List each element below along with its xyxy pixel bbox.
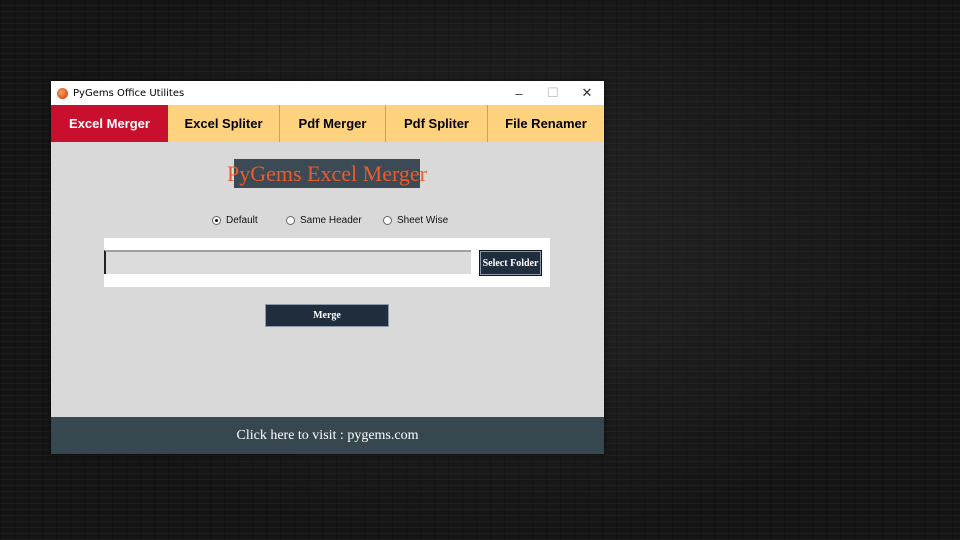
radio-default[interactable]: Default [212,215,258,226]
tab-pdf-merger[interactable]: Pdf Merger [280,105,386,142]
radio-same-header[interactable]: Same Header [286,215,362,226]
app-window: PyGems Office Utilites – ☐ ✕ Excel Merge… [51,81,604,454]
tab-pdf-spliter[interactable]: Pdf Spliter [386,105,488,142]
radio-same-header-label: Same Header [300,215,362,226]
radio-unchecked-icon [383,216,392,225]
radio-sheet-wise-label: Sheet Wise [397,215,449,226]
footer-link[interactable]: Click here to visit : pygems.com [51,417,604,454]
close-button[interactable]: ✕ [570,81,604,105]
tab-bar: Excel Merger Excel Spliter Pdf Merger Pd… [51,105,604,142]
tab-excel-spliter[interactable]: Excel Spliter [168,105,280,142]
tab-excel-merger[interactable]: Excel Merger [51,105,168,142]
merge-mode-options: Default Same Header Sheet Wise [51,215,604,229]
folder-path-input[interactable] [104,250,471,274]
title-bar[interactable]: PyGems Office Utilites – ☐ ✕ [51,81,604,105]
pygems-gem-icon [57,87,68,99]
radio-unchecked-icon [286,216,295,225]
radio-checked-icon [212,216,221,225]
window-controls: – ☐ ✕ [502,81,604,105]
radio-sheet-wise[interactable]: Sheet Wise [383,215,448,226]
maximize-button[interactable]: ☐ [536,81,570,105]
folder-selector: Select Folder [104,238,550,287]
merge-button[interactable]: Merge [265,304,389,327]
radio-default-label: Default [226,215,258,226]
page-title: PyGems Excel Merger [227,159,427,188]
minimize-button[interactable]: – [502,81,536,105]
select-folder-button[interactable]: Select Folder [479,250,542,276]
excel-merger-panel: PyGems Excel Merger Default Same Header … [51,142,604,416]
window-title: PyGems Office Utilites [73,87,185,99]
tab-file-renamer[interactable]: File Renamer [488,105,604,142]
